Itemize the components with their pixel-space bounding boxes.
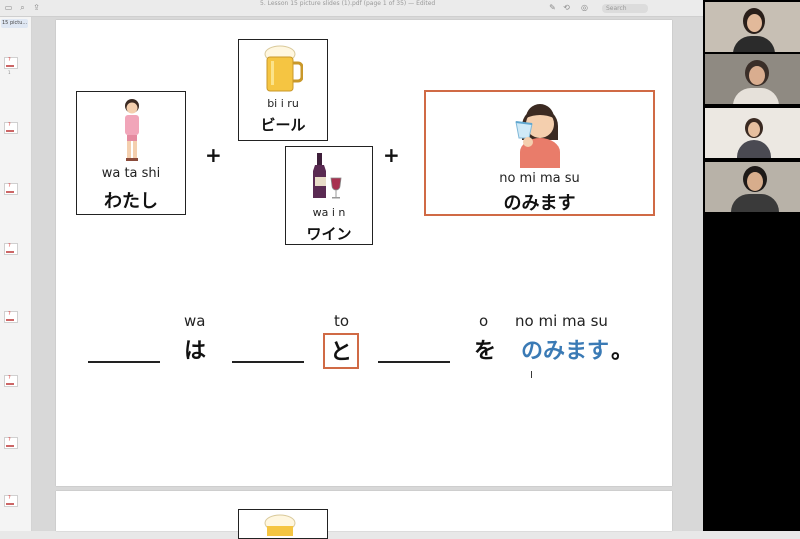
- zoom-icon[interactable]: ⌕: [18, 3, 27, 12]
- page-thumbnail[interactable]: ?: [4, 311, 18, 323]
- beer-romaji: bi i ru: [267, 97, 299, 110]
- pdf-viewer-title-bar: ▭ ⌕ ⇪ 5. Lesson 15 picture slides (1).pd…: [0, 0, 703, 17]
- verb-nomimasu: のみます: [521, 339, 610, 364]
- window-title: 5. Lesson 15 picture slides (1).pdf (pag…: [260, 0, 436, 7]
- participant-face: [749, 66, 765, 85]
- annotate-icon[interactable]: ◎: [580, 3, 589, 12]
- plus-sign: +: [205, 143, 222, 167]
- participant-video-tile[interactable]: [705, 162, 800, 212]
- markup-pen-icon[interactable]: ✎: [548, 3, 557, 12]
- participant-video-tile[interactable]: [705, 2, 800, 52]
- drink-card-wine: wa i n ワイン: [285, 146, 373, 245]
- video-gallery: [703, 0, 800, 531]
- next-drink-card-beer: [238, 509, 328, 539]
- participant-body: [733, 36, 775, 52]
- verb-card-nomimasu: no mi ma su のみます: [424, 90, 655, 216]
- share-icon[interactable]: ⇪: [32, 3, 41, 12]
- page-thumbnail[interactable]: ?: [4, 183, 18, 195]
- beer-kana: ビール: [260, 116, 306, 134]
- wine-romaji: wa i n: [312, 206, 346, 219]
- page-thumbnail[interactable]: ?: [4, 243, 18, 255]
- next-slide-page: [56, 491, 672, 539]
- page-thumbnail[interactable]: ?: [4, 437, 18, 449]
- wine-kana: ワイン: [306, 225, 352, 243]
- text-cursor-icon: I: [530, 370, 533, 381]
- drink-card-beer: bi i ru ビール: [238, 39, 328, 141]
- subject-romaji: wa ta shi: [101, 166, 161, 181]
- slide-page: wa ta shi わたし + bi i ru ビール wa i n ワイン +…: [56, 20, 672, 486]
- participant-video-tile[interactable]: [705, 54, 800, 104]
- document-view[interactable]: wa ta shi わたし + bi i ru ビール wa i n ワイン +…: [32, 17, 703, 539]
- answer-blank-2[interactable]: [232, 361, 304, 363]
- answer-blank-3[interactable]: [378, 361, 450, 363]
- participant-body: [733, 88, 779, 104]
- participant-face: [748, 122, 760, 137]
- answer-blank-1[interactable]: [88, 361, 160, 363]
- sidebar-toggle-icon[interactable]: ▭: [4, 3, 13, 12]
- page-thumbnail[interactable]: ?: [4, 375, 18, 387]
- verb-kana: のみます: [503, 193, 576, 214]
- romaji-wa: wa: [184, 312, 206, 330]
- romaji-nomimasu: no mi ma su: [515, 312, 608, 330]
- plus-sign: +: [383, 143, 400, 167]
- woman-drinking-illustration: [515, 104, 560, 168]
- beer-mug-illustration: [264, 514, 296, 536]
- participant-face: [747, 14, 762, 32]
- wine-bottle-illustration: [313, 153, 342, 199]
- beer-mug-illustration: [264, 45, 303, 92]
- page-thumbnail[interactable]: ?: [4, 495, 18, 507]
- page-thumbnail[interactable]: ?: [4, 57, 18, 69]
- participant-face: [747, 172, 763, 191]
- woman-standing-illustration: [125, 99, 139, 161]
- thumbnail-sidebar[interactable]: 15 pictu... ? 1 ? ? ? ? ? ? ?: [0, 17, 32, 531]
- romaji-to: to: [334, 312, 350, 330]
- particle-o: を: [474, 339, 497, 364]
- search-input[interactable]: Search: [602, 4, 648, 13]
- subject-card-watashi: wa ta shi わたし: [76, 91, 186, 215]
- page-thumbnail-number: 1: [8, 70, 11, 75]
- verb-romaji: no mi ma su: [499, 171, 580, 186]
- participant-body: [731, 194, 779, 212]
- participant-video-tile[interactable]: [705, 108, 800, 158]
- sentence-period: 。: [611, 339, 634, 364]
- particle-wa: は: [184, 339, 207, 364]
- particle-to-boxed: と: [323, 333, 359, 369]
- participant-body: [737, 140, 771, 158]
- rotate-icon[interactable]: ⟲: [562, 3, 571, 12]
- page-thumbnail[interactable]: ?: [4, 122, 18, 134]
- romaji-o: o: [479, 312, 489, 330]
- subject-kana: わたし: [104, 191, 158, 212]
- sidebar-document-label: 15 pictu...: [1, 19, 28, 28]
